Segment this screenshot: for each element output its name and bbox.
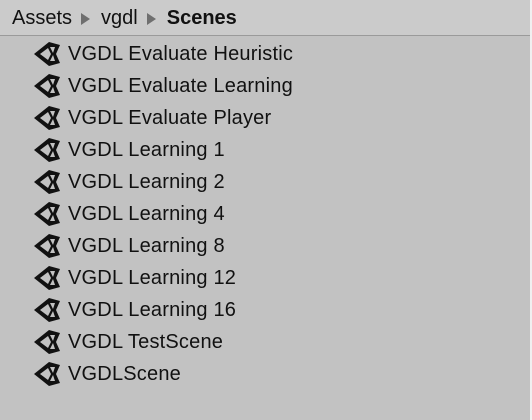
unity-scene-icon (32, 263, 62, 293)
unity-scene-icon (32, 295, 62, 325)
scene-list-item[interactable]: VGDL Evaluate Learning (0, 70, 530, 102)
chevron-right-icon (146, 12, 156, 25)
unity-scene-icon (32, 103, 62, 133)
scene-list-item[interactable]: VGDL Learning 12 (0, 262, 530, 294)
breadcrumb-item-vgdl[interactable]: vgdl (101, 8, 138, 28)
scene-list-item[interactable]: VGDL Evaluate Player (0, 102, 530, 134)
unity-scene-icon (32, 39, 62, 69)
scene-file-label: VGDL Learning 8 (68, 234, 225, 257)
breadcrumb-item-scenes[interactable]: Scenes (167, 8, 237, 28)
scene-list-item[interactable]: VGDL Learning 8 (0, 230, 530, 262)
scene-list-item[interactable]: VGDL Evaluate Heuristic (0, 38, 530, 70)
scene-file-label: VGDL Evaluate Player (68, 106, 272, 129)
scene-list-item[interactable]: VGDL TestScene (0, 326, 530, 358)
scene-file-label: VGDLScene (68, 362, 181, 385)
chevron-right-icon (81, 12, 91, 25)
scene-list-item[interactable]: VGDL Learning 1 (0, 134, 530, 166)
unity-scene-icon (32, 135, 62, 165)
unity-scene-icon (32, 71, 62, 101)
unity-scene-icon (32, 359, 62, 389)
scene-file-label: VGDL Learning 1 (68, 138, 225, 161)
scene-file-label: VGDL Learning 4 (68, 202, 225, 225)
scene-list-item[interactable]: VGDL Learning 16 (0, 294, 530, 326)
scene-file-label: VGDL Learning 2 (68, 170, 225, 193)
scene-file-label: VGDL Learning 16 (68, 298, 237, 321)
unity-scene-icon (32, 167, 62, 197)
unity-scene-icon (32, 327, 62, 357)
scene-file-label: VGDL Evaluate Heuristic (68, 42, 294, 65)
breadcrumb: Assets vgdl Scenes (0, 0, 530, 36)
scene-list-item[interactable]: VGDLScene (0, 358, 530, 390)
unity-scene-icon (32, 199, 62, 229)
scene-file-label: VGDL Evaluate Learning (68, 74, 293, 97)
project-browser-panel: Assets vgdl Scenes VGDL Evaluate Heurist… (0, 0, 532, 420)
scene-file-label: VGDL TestScene (68, 330, 224, 353)
scene-file-label: VGDL Learning 12 (68, 266, 237, 289)
scene-list: VGDL Evaluate Heuristic VGDL Evaluate Lea… (0, 38, 530, 390)
unity-scene-icon (32, 231, 62, 261)
scene-list-item[interactable]: VGDL Learning 2 (0, 166, 530, 198)
breadcrumb-item-assets[interactable]: Assets (12, 8, 72, 28)
scene-list-item[interactable]: VGDL Learning 4 (0, 198, 530, 230)
